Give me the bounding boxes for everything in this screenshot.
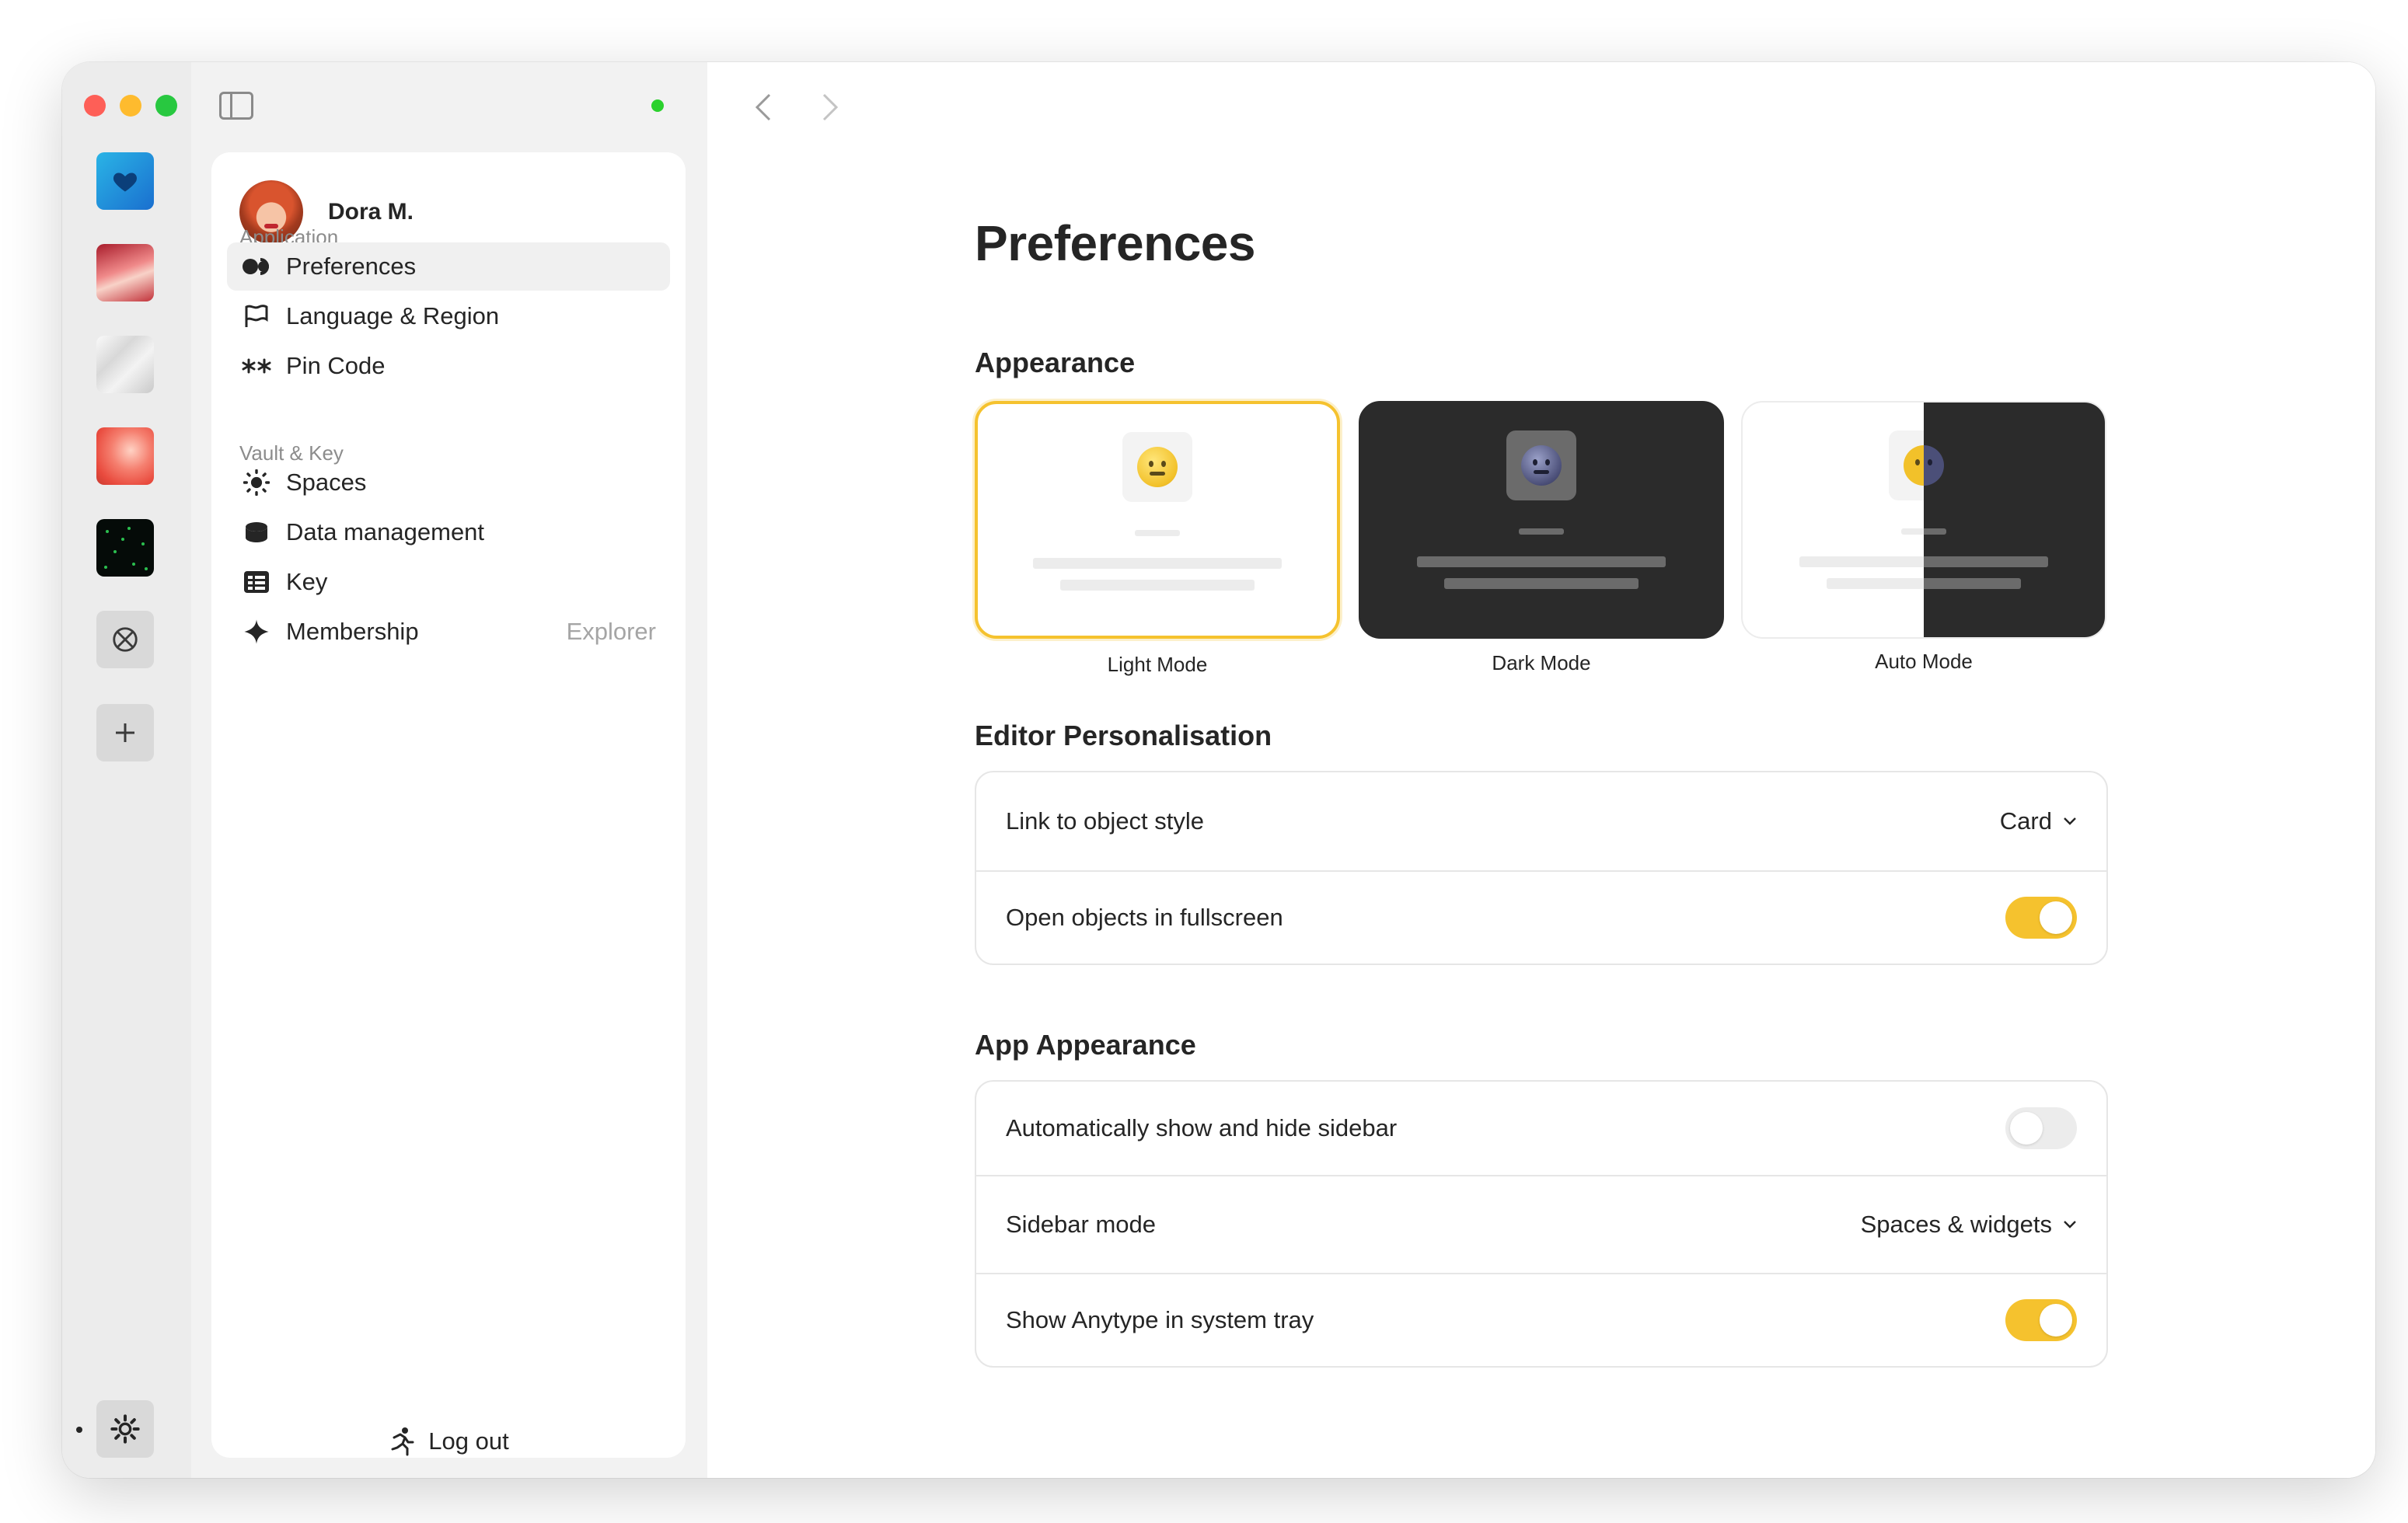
row-label: Show Anytype in system tray [1006,1306,1314,1333]
space-tile-heart[interactable] [96,152,154,210]
space-tile-dark-dots[interactable] [96,519,154,577]
flag-icon [241,301,272,332]
row-label: Open objects in fullscreen [1006,904,1283,931]
half-moon-face-icon [1904,445,1944,486]
minimize-window-button[interactable] [120,95,141,117]
heart-icon [113,173,138,192]
row-label: Automatically show and hide sidebar [1006,1114,1398,1141]
window-controls [84,95,177,117]
gallery-circle-icon [113,627,138,652]
main-content: Preferences Appearance Light Mode Dark M… [707,62,2375,1478]
app-window: Dora M. Application Preferences Language… [62,62,2375,1478]
settings-sidebar: Dora M. Application Preferences Language… [191,62,707,1478]
gear-icon [110,1414,140,1444]
light-mode-label: Light Mode [1107,653,1208,676]
fullscreen-toggle[interactable] [2005,897,2077,939]
sidebar-item-label: Data management [286,518,485,545]
app-appearance-section-title: App Appearance [975,1029,1196,1061]
maximize-window-button[interactable] [155,95,177,117]
auto-mode-emoji [1889,430,1959,500]
sun-icon [241,467,272,498]
profile-name: Dora M. [328,199,414,225]
auto-mode-card[interactable] [1741,401,2106,639]
system-tray-toggle[interactable] [2005,1299,2077,1341]
sidebar-item-label: Key [286,568,328,595]
sidebar-item-membership[interactable]: Membership Explorer [227,608,670,656]
database-icon [241,517,272,548]
link-style-select[interactable]: Card [2000,807,2077,835]
plus-icon [116,723,134,742]
sidebar-item-label: Membership [286,618,419,645]
light-mode-card[interactable] [975,401,1340,639]
add-space-button[interactable] [96,704,154,762]
sidebar-item-preferences[interactable]: Preferences [227,242,670,291]
membership-tier-badge: Explorer [566,618,656,645]
toggle-icon [241,251,272,282]
select-value: Card [1999,807,2052,835]
auto-sidebar-toggle[interactable] [2005,1107,2077,1149]
space-tile-coral-flower[interactable] [96,427,154,485]
close-window-button[interactable] [84,95,106,117]
app-appearance-settings-card: Automatically show and hide sidebar Side… [975,1080,2108,1368]
chevron-right-icon [822,93,839,121]
sync-status-dot [651,99,664,112]
dark-mode-emoji [1506,430,1576,500]
chevron-down-icon [2064,1221,2076,1229]
sidebar-item-label: Preferences [286,253,417,280]
dark-mode-label: Dark Mode [1492,651,1591,674]
space-tile-white-abstract[interactable] [96,336,154,393]
logout-label: Log out [428,1427,509,1455]
sidebar-item-label: Language & Region [286,302,500,329]
system-tray-row[interactable]: Show Anytype in system tray [976,1273,2106,1366]
page-title: Preferences [975,215,1255,271]
dark-mode-card[interactable] [1359,401,1724,639]
forward-button[interactable] [815,92,846,123]
auto-sidebar-row[interactable]: Automatically show and hide sidebar [976,1082,2106,1175]
row-label: Sidebar mode [1006,1211,1157,1238]
key-table-icon [241,566,272,598]
spaces-rail [62,62,191,1478]
chevron-left-icon [755,93,771,121]
auto-mode-label: Auto Mode [1875,650,1973,673]
link-style-row[interactable]: Link to object style Card [976,772,2106,870]
sidebar-item-spaces[interactable]: Spaces [227,458,670,507]
running-person-icon [391,1427,414,1456]
editor-settings-card: Link to object style Card Open objects i… [975,771,2108,965]
moon-face-icon [1521,445,1562,486]
sidebar-item-data-management[interactable]: Data management [227,508,670,556]
logout-button[interactable]: Log out [211,1427,686,1456]
sidebar-mode-select[interactable]: Spaces & widgets [1861,1211,2077,1239]
space-tile-gallery[interactable] [96,611,154,668]
settings-panel: Dora M. Application Preferences Language… [211,152,686,1458]
sidebar-item-label: Pin Code [286,352,386,379]
select-value: Spaces & widgets [1860,1211,2052,1238]
sidebar-mode-row[interactable]: Sidebar mode Spaces & widgets [976,1175,2106,1273]
sidebar-item-pin-code[interactable]: Pin Code [227,342,670,390]
sidebar-item-language-region[interactable]: Language & Region [227,292,670,340]
space-tile-red-abstract[interactable] [96,244,154,301]
sparkle-icon [241,616,272,647]
sun-face-icon [1137,447,1178,487]
editor-section-title: Editor Personalisation [975,720,1272,751]
fullscreen-row[interactable]: Open objects in fullscreen [976,870,2106,964]
light-mode-emoji [1122,432,1192,502]
settings-button[interactable] [96,1400,154,1458]
back-button[interactable] [748,92,779,123]
sidebar-item-key[interactable]: Key [227,558,670,606]
chevron-down-icon [2064,817,2076,825]
sidebar-toggle-icon[interactable] [219,92,253,120]
asterisks-icon [241,350,272,382]
appearance-section-title: Appearance [975,347,1136,378]
sidebar-item-label: Spaces [286,469,367,496]
row-label: Link to object style [1006,807,1205,835]
settings-indicator-dot [76,1427,82,1433]
